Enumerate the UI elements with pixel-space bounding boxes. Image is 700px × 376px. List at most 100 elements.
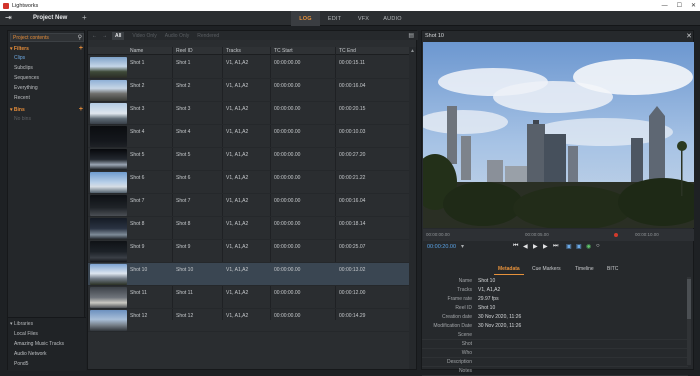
add-bin-icon[interactable]: +: [79, 106, 83, 113]
metadata-value[interactable]: Shot 10: [478, 278, 495, 284]
close-viewer-icon[interactable]: ✕: [686, 32, 692, 40]
step-back-icon[interactable]: ◀: [523, 243, 528, 250]
table-row[interactable]: Shot 3 Shot 3 V1, A1,A2 00:00:00.00 00:00:20…: [88, 102, 410, 125]
table-row[interactable]: Shot 11 Shot 11 V1, A1,A2 00:00:00.00 00:00:…: [88, 286, 410, 309]
tab-cue-markers[interactable]: Cue Markers: [532, 266, 561, 272]
column-header-tracks[interactable]: Tracks: [226, 48, 241, 54]
mark-out-icon[interactable]: ▣: [576, 243, 582, 250]
tab-vfx[interactable]: VFX: [349, 11, 378, 26]
table-row[interactable]: Shot 12 Shot 12 V1, A1,A2 00:00:00.00 00:00:…: [88, 309, 410, 332]
forward-arrow-icon[interactable]: →: [102, 33, 107, 39]
new-project-tab-icon[interactable]: +: [82, 13, 87, 22]
tab-timeline[interactable]: Timeline: [575, 266, 594, 272]
record-icon[interactable]: ◉: [586, 243, 591, 250]
filter-tab-all[interactable]: All: [112, 31, 125, 40]
go-to-start-icon[interactable]: ⏮: [513, 243, 518, 250]
metadata-tabs: Metadata Cue Markers Timeline BITC: [422, 264, 695, 275]
library-item-audio-network[interactable]: Audio Network: [14, 351, 47, 357]
bins-section-header[interactable]: ▾ Bins +: [10, 106, 84, 113]
libraries-section-header[interactable]: ▾ Libraries: [10, 320, 84, 327]
library-item-pond5[interactable]: Pond5: [14, 361, 28, 367]
clip-thumbnail: [90, 172, 127, 193]
filter-item-clips[interactable]: Clips: [14, 55, 25, 61]
viewer-timeline-ruler[interactable]: 00:00:00.00 00:00:05.00 00:00:10.00: [423, 229, 694, 241]
cell-reel-id: Shot 12: [176, 313, 194, 319]
filter-item-recent[interactable]: Recent: [14, 95, 30, 101]
tab-metadata[interactable]: Metadata: [494, 266, 524, 275]
metadata-scrollbar[interactable]: [687, 277, 691, 365]
scroll-up-icon[interactable]: ▲: [410, 48, 415, 54]
scrollbar-thumb[interactable]: [687, 279, 691, 319]
cell-tracks: V1, A1,A2: [226, 106, 249, 112]
table-row[interactable]: Shot 10 Shot 10 V1, A1,A2 00:00:00.00 00:00:…: [88, 263, 410, 286]
mark-in-icon[interactable]: ▣: [566, 243, 572, 250]
table-row[interactable]: Shot 2 Shot 2 V1, A1,A2 00:00:00.00 00:00:16…: [88, 79, 410, 102]
video-frame[interactable]: [423, 42, 694, 228]
metadata-value[interactable]: 29.97 fps: [478, 296, 499, 302]
cell-reel-id: Shot 2: [176, 83, 191, 89]
app-title: Lightworks: [12, 2, 39, 9]
metadata-value[interactable]: 30 Nov 2020, 11:26: [478, 314, 521, 320]
table-row[interactable]: Shot 8 Shot 8 V1, A1,A2 00:00:00.00 00:00:18…: [88, 217, 410, 240]
filter-tab-audio-only[interactable]: Audio Only: [165, 33, 189, 39]
metadata-row: Name Shot 10: [422, 277, 688, 286]
column-header-tc-end[interactable]: TC End: [339, 48, 356, 54]
filter-item-sequences[interactable]: Sequences: [14, 75, 39, 81]
metadata-value[interactable]: Shot 10: [478, 305, 495, 311]
close-window-icon[interactable]: ✕: [691, 2, 696, 9]
maximize-icon[interactable]: ☐: [677, 2, 682, 9]
viewer-header: Shot 10 ✕: [422, 31, 695, 41]
filters-section-header[interactable]: ▾ Filters +: [10, 45, 84, 52]
table-row[interactable]: Shot 7 Shot 7 V1, A1,A2 00:00:00.00 00:00:16…: [88, 194, 410, 217]
cell-tc-start: 00:00:00.00: [274, 83, 301, 89]
view-options-icon[interactable]: ▤: [408, 32, 414, 39]
column-header-name[interactable]: Name: [130, 48, 143, 54]
cell-reel-id: Shot 8: [176, 221, 191, 227]
library-item-amazing-music[interactable]: Amazing Music Tracks: [14, 341, 64, 347]
current-timecode[interactable]: 00:00:20.00: [427, 244, 456, 250]
filter-item-everything[interactable]: Everything: [14, 85, 38, 91]
project-name[interactable]: Project New: [33, 15, 67, 21]
filter-tab-rendered[interactable]: Rendered: [197, 33, 219, 39]
loop-icon[interactable]: ○: [596, 243, 600, 249]
filter-item-subclips[interactable]: Subclips: [14, 65, 33, 71]
column-header-tc-start[interactable]: TC Start: [274, 48, 293, 54]
cell-tc-end: 00:00:10.03: [339, 129, 366, 135]
table-row[interactable]: Shot 5 Shot 5 V1, A1,A2 00:00:00.00 00:00:27…: [88, 148, 410, 171]
metadata-value[interactable]: V1, A1,A2: [478, 287, 500, 293]
go-to-end-icon[interactable]: ⏭: [553, 243, 558, 250]
clip-thumbnail: [90, 126, 127, 147]
cell-tc-end: 00:00:15.11: [339, 60, 366, 66]
filters-title: Filters: [13, 45, 29, 52]
cell-name: Shot 2: [130, 83, 145, 89]
table-row[interactable]: Shot 4 Shot 4 V1, A1,A2 00:00:00.00 00:00:10…: [88, 125, 410, 148]
back-arrow-icon[interactable]: ←: [92, 33, 97, 39]
column-header-reel-id[interactable]: Reel ID: [176, 48, 193, 54]
metadata-value[interactable]: 30 Nov 2020, 11:26: [478, 323, 521, 329]
tab-bitc[interactable]: BITC: [607, 266, 618, 272]
table-row[interactable]: Shot 1 Shot 1 V1, A1,A2 00:00:00.00 00:00:15…: [88, 56, 410, 79]
metadata-key: Scene: [457, 332, 472, 338]
exit-project-icon[interactable]: ⇥: [5, 13, 12, 22]
libraries-section: ▾ Libraries Local Files Amazing Music Tr…: [8, 317, 86, 371]
library-item-local-files[interactable]: Local Files: [14, 331, 38, 337]
project-contents-field[interactable]: Project contents ⚲: [10, 33, 84, 42]
table-row[interactable]: Shot 6 Shot 6 V1, A1,A2 00:00:00.00 00:00:21…: [88, 171, 410, 194]
table-row[interactable]: Shot 9 Shot 9 V1, A1,A2 00:00:00.00 00:00:25…: [88, 240, 410, 263]
minimize-icon[interactable]: —: [662, 3, 668, 9]
tab-log[interactable]: LOG: [291, 11, 320, 26]
cell-name: Shot 5: [130, 152, 145, 158]
timecode-dropdown-icon[interactable]: ▾: [461, 243, 464, 250]
cell-reel-id: Shot 5: [176, 152, 191, 158]
add-filter-icon[interactable]: +: [79, 45, 83, 52]
tab-audio[interactable]: AUDIO: [378, 11, 407, 26]
clip-list-scrollbar[interactable]: ▲: [409, 47, 416, 369]
metadata-row: Modification Date 30 Nov 2020, 11:26: [422, 322, 688, 331]
playhead-marker-icon[interactable]: [614, 233, 618, 237]
play-icon[interactable]: ▶: [533, 243, 538, 250]
step-forward-icon[interactable]: ▶: [543, 243, 548, 250]
filter-tab-video-only[interactable]: Video Only: [132, 33, 156, 39]
cell-name: Shot 9: [130, 244, 145, 250]
search-icon[interactable]: ⚲: [78, 34, 82, 41]
tab-edit[interactable]: EDIT: [320, 11, 349, 26]
